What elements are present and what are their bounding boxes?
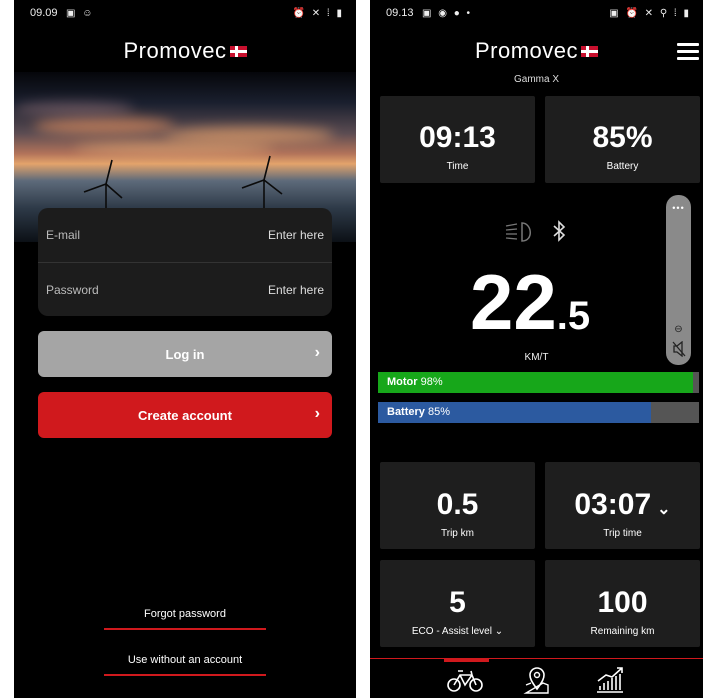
status-icons-right: ⏰ ✕ ⁞ ▮ <box>292 7 344 19</box>
login-screen: 09.09 ▣ ☺ ⏰ ✕ ⁞ ▮ Promovec E-mail Enter … <box>14 0 356 698</box>
login-button-label: Log in <box>165 346 205 362</box>
trip-km-card[interactable]: 0.5 Trip km <box>380 462 535 549</box>
email-field[interactable]: E-mail Enter here <box>38 208 332 262</box>
use-without-account-link[interactable]: Use without an account <box>104 654 266 676</box>
email-input[interactable]: Enter here <box>268 228 324 242</box>
status-icons-left: ▣ ☺ <box>66 7 95 19</box>
password-label: Password <box>46 283 99 297</box>
remaining-value: 100 <box>597 586 648 619</box>
trip-time-label: Trip time <box>603 528 642 539</box>
trip-time-value: 03:07 <box>574 488 652 521</box>
more-icon[interactable]: ••• <box>666 203 691 213</box>
bluetooth-icon <box>553 220 566 242</box>
motor-bar: Motor 98% <box>378 372 699 393</box>
status-bar: 09.09 ▣ ☺ ⏰ ✕ ⁞ ▮ <box>14 0 356 26</box>
chevron-down-icon[interactable]: ⌄ <box>495 626 503 637</box>
password-field[interactable]: Password Enter here <box>38 262 332 316</box>
trip-km-label: Trip km <box>441 528 474 539</box>
chevron-down-icon[interactable]: ⌄ <box>657 501 670 518</box>
trip-km-value: 0.5 <box>436 488 479 521</box>
login-button[interactable]: Log in › <box>38 331 332 377</box>
email-label: E-mail <box>46 228 81 242</box>
time-value: 09:13 <box>419 121 496 154</box>
bike-icon[interactable] <box>446 667 484 693</box>
side-slider[interactable]: ••• ⊖ <box>666 195 691 365</box>
battery-value: 85% <box>592 121 653 154</box>
brand-logo: Promovec <box>14 38 356 64</box>
battery-bar-value: 85% <box>427 406 450 418</box>
assist-label: ECO - Assist level <box>411 626 492 637</box>
password-input[interactable]: Enter here <box>268 283 324 297</box>
motor-value: 98% <box>420 376 443 388</box>
battery-card: 85% Battery <box>545 96 700 183</box>
map-pin-icon[interactable] <box>522 665 552 695</box>
speed-integer: 22 <box>470 258 557 346</box>
stats-icon[interactable] <box>594 665 626 695</box>
speed-decimal: .5 <box>556 294 591 338</box>
bottom-nav <box>370 658 703 698</box>
battery-bar-label: Battery <box>387 406 425 418</box>
assist-level-card[interactable]: 5 ECO - Assist level ⌄ <box>380 560 535 647</box>
assist-value: 5 <box>449 586 466 619</box>
speed-panel: 22.5 KM/T ••• ⊖ <box>370 195 703 365</box>
status-icons-right: ▣ ⏰ ✕ ⚲ ⁞ ▮ <box>609 7 691 19</box>
motor-label: Motor <box>387 376 418 388</box>
mute-icon[interactable] <box>672 341 686 357</box>
minus-icon[interactable]: ⊖ <box>666 324 691 335</box>
login-form: E-mail Enter here Password Enter here <box>38 208 332 316</box>
trip-time-card[interactable]: 03:07 ⌄ Trip time <box>545 462 700 549</box>
speed-unit: KM/T <box>524 352 549 363</box>
battery-bar: Battery 85% <box>378 402 699 423</box>
remaining-km-card: 100 Remaining km <box>545 560 700 647</box>
menu-icon[interactable] <box>677 43 699 64</box>
danish-flag-icon <box>229 46 247 57</box>
speed-readout: 22.5 <box>470 257 590 348</box>
brand-logo: Promovec <box>370 38 703 64</box>
chevron-right-icon: › <box>314 344 320 361</box>
remaining-label: Remaining km <box>590 626 655 637</box>
status-time: 09.09 <box>30 7 58 19</box>
status-time: 09.13 <box>386 7 414 19</box>
status-bar: 09.13 ▣ ◉ ● • ▣ ⏰ ✕ ⚲ ⁞ ▮ <box>370 0 703 26</box>
headlight-icon <box>505 222 531 242</box>
active-tab-indicator <box>444 659 489 662</box>
status-icons-left: ▣ ◉ ● • <box>422 7 473 19</box>
time-label: Time <box>446 161 469 172</box>
bike-model: Gamma X <box>513 74 559 85</box>
battery-label: Battery <box>606 161 639 172</box>
chevron-right-icon: › <box>314 405 320 422</box>
create-account-button[interactable]: Create account › <box>38 392 332 438</box>
forgot-password-link[interactable]: Forgot password <box>104 608 266 630</box>
danish-flag-icon <box>581 46 599 57</box>
dashboard-screen: 09.13 ▣ ◉ ● • ▣ ⏰ ✕ ⚲ ⁞ ▮ Promovec Gamma… <box>370 0 703 698</box>
time-card: 09:13 Time <box>380 96 535 183</box>
create-account-label: Create account <box>138 407 232 423</box>
